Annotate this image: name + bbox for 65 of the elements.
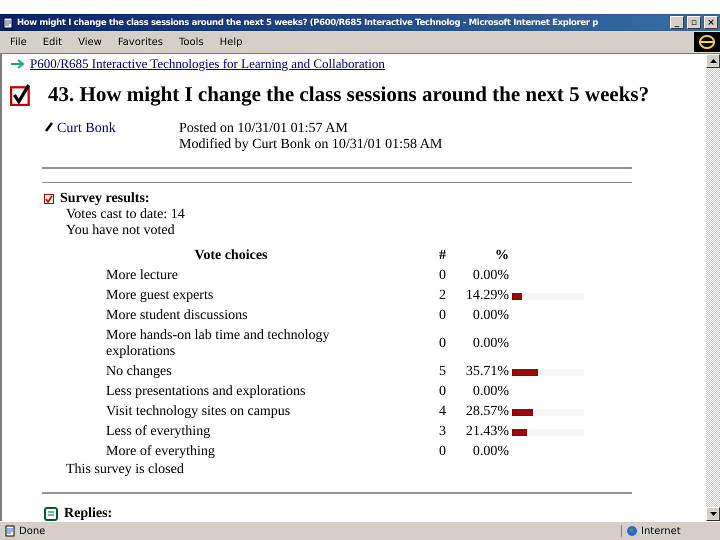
- count-cell-text: 0: [438, 308, 446, 324]
- choice-cell-text: More hands-on lab time and technology explorations: [106, 328, 331, 360]
- count-cell-text: 3: [438, 424, 446, 440]
- column-header: Vote choices: [194, 248, 268, 264]
- checkbox-icon: [10, 84, 32, 106]
- percent-cell-text: 0.00%: [472, 444, 509, 460]
- percent-cell-text: 21.43%: [464, 424, 509, 440]
- menu-item[interactable]: Help: [220, 36, 242, 48]
- globe-icon: [626, 525, 638, 537]
- choice-cell-text: More student discussions: [106, 308, 249, 324]
- posted-date: Posted on 10/31/01 01:57 AM: [179, 121, 349, 137]
- window-button[interactable]: ×: [704, 16, 718, 29]
- vote-status: You have not voted: [66, 223, 176, 239]
- menu-item[interactable]: Edit: [42, 36, 62, 48]
- checkbox-icon: [44, 194, 54, 204]
- breadcrumb-link[interactable]: P600/R685 Interactive Technologies for Learning and Collaboration: [30, 56, 385, 72]
- count-cell-text: 0: [438, 268, 446, 284]
- menu-item[interactable]: View: [78, 36, 102, 48]
- column-header: %: [494, 248, 509, 264]
- count-cell-text: 5: [438, 364, 446, 380]
- up-arrow-icon: [710, 59, 716, 63]
- page-icon: [4, 525, 16, 537]
- down-arrow-icon: [710, 512, 716, 516]
- choice-cell-text: No changes: [106, 364, 173, 380]
- count-cell-text: 2: [438, 288, 446, 304]
- scrollbar[interactable]: [706, 54, 720, 521]
- window-icon: [2, 16, 14, 28]
- column-header: #: [438, 248, 446, 264]
- post-heading: 43. How might I change the class sessions around the next 5 weeks?: [48, 82, 650, 107]
- menu-item[interactable]: Favorites: [118, 36, 164, 48]
- menu-item[interactable]: File: [10, 36, 27, 48]
- window-button[interactable]: ▫: [687, 16, 701, 29]
- choice-cell-text: More of everything: [106, 444, 216, 460]
- window-button[interactable]: _: [670, 16, 684, 29]
- count-cell-text: 0: [438, 444, 446, 460]
- choice-cell-text: Less of everything: [106, 424, 212, 440]
- modified-date: Modified by Curt Bonk on 10/31/01 01:58 AM: [179, 137, 444, 153]
- replies-title: Replies:: [64, 506, 112, 521]
- author-link[interactable]: Curt Bonk: [57, 121, 116, 137]
- percent-cell-text: 0.00%: [472, 384, 509, 400]
- choice-cell-text: More lecture: [106, 268, 179, 284]
- votes-count: Votes cast to date: 14: [66, 207, 186, 223]
- pencil-icon: [44, 121, 54, 133]
- choice-cell-text: More guest experts: [106, 288, 214, 304]
- window-title: How might I change the class sessions around the next 5 weeks? (P600/R685 Interactive Technolog - Microsoft Internet Explorer p: [17, 18, 599, 28]
- choice-cell-text: Less presentations and explorations: [106, 384, 306, 400]
- percent-cell-text: 0.00%: [472, 268, 509, 284]
- count-cell-text: 0: [438, 384, 446, 400]
- menu-item[interactable]: Tools: [179, 36, 204, 48]
- percent-cell-text: 14.29%: [464, 288, 509, 304]
- percent-cell-text: 0.00%: [472, 308, 509, 324]
- choice-cell-text: Visit technology sites on campus: [106, 404, 292, 420]
- count-cell-text: 0: [438, 336, 446, 352]
- scroll-down-button[interactable]: [706, 507, 720, 521]
- arrow-icon: [10, 59, 26, 69]
- zone-text: Internet: [641, 526, 681, 536]
- browser-logo-icon: [694, 32, 720, 52]
- percent-cell-text: 28.57%: [464, 404, 509, 420]
- survey-status: This survey is closed: [66, 462, 185, 478]
- scroll-up-button[interactable]: [706, 54, 720, 68]
- percent-cell-text: 0.00%: [472, 336, 509, 352]
- survey-title: Survey results:: [60, 191, 150, 207]
- count-cell-text: 4: [438, 404, 446, 420]
- percent-cell-text: 35.71%: [464, 364, 509, 380]
- status-text: Done: [19, 526, 46, 536]
